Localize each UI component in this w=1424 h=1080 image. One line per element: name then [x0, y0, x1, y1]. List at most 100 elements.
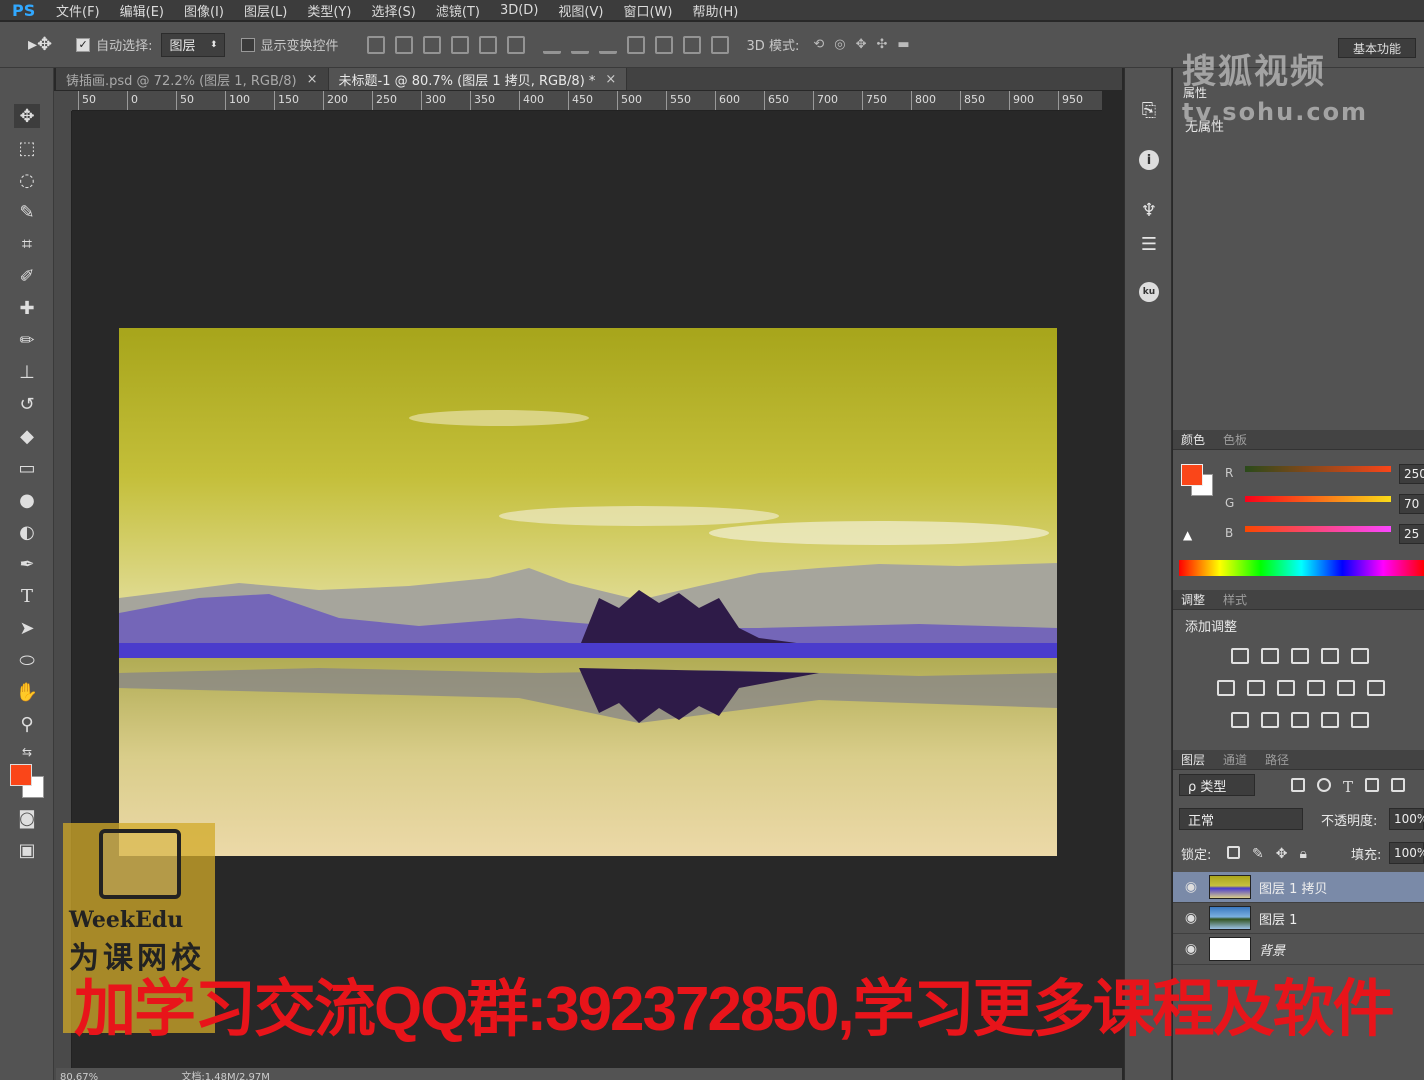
exposure-icon[interactable] — [1321, 648, 1339, 664]
hand-tool-icon[interactable]: ✋ — [14, 680, 40, 704]
close-icon[interactable]: × — [605, 72, 616, 87]
tab-paths[interactable]: 路径 — [1265, 751, 1289, 768]
menu-window[interactable]: 窗口(W) — [623, 1, 672, 20]
distribute-hcenter-icon[interactable] — [654, 35, 673, 54]
fill-input[interactable]: 100% — [1389, 842, 1424, 864]
move-tool-icon[interactable]: ✥ — [14, 104, 40, 128]
menu-view[interactable]: 视图(V) — [558, 1, 603, 20]
channel-mixer-icon[interactable] — [1337, 680, 1355, 696]
path-select-tool-icon[interactable]: ➤ — [14, 616, 40, 640]
menu-help[interactable]: 帮助(H) — [692, 1, 738, 20]
g-value[interactable]: 70 — [1399, 494, 1424, 514]
tool-presets-icon[interactable]: ☰ — [1137, 232, 1161, 256]
layer-name[interactable]: 图层 1 — [1259, 909, 1297, 928]
visibility-eye-icon[interactable]: ◉ — [1173, 879, 1209, 895]
gradient-tool-icon[interactable]: ▭ — [14, 456, 40, 480]
zoom-tool-icon[interactable]: ⚲ — [14, 712, 40, 736]
tab-channels[interactable]: 通道 — [1223, 751, 1247, 768]
tab-styles[interactable]: 样式 — [1223, 591, 1247, 608]
tab-color[interactable]: 颜色 — [1181, 431, 1205, 448]
menu-edit[interactable]: 编辑(E) — [120, 1, 164, 20]
filter-pixel-icon[interactable] — [1291, 778, 1305, 792]
close-icon[interactable]: × — [307, 72, 318, 87]
crop-tool-icon[interactable]: ⌗ — [14, 232, 40, 256]
dodge-tool-icon[interactable]: ◐ — [14, 520, 40, 544]
kuler-panel-icon[interactable]: ku — [1137, 280, 1161, 304]
posterize-icon[interactable] — [1261, 712, 1279, 728]
slide-3d-icon[interactable]: ✣ — [876, 37, 887, 52]
filter-type-icon[interactable]: T — [1343, 778, 1353, 796]
brush-presets-icon[interactable]: ♆ — [1137, 198, 1161, 222]
lock-pixels-icon[interactable]: ✎ — [1252, 846, 1264, 862]
color-fg-swatch[interactable] — [1181, 464, 1203, 486]
brightness-icon[interactable] — [1231, 648, 1249, 664]
filter-smart-icon[interactable] — [1391, 778, 1406, 792]
type-tool-icon[interactable]: T — [14, 584, 40, 608]
screen-mode-icon[interactable]: ▣ — [14, 838, 40, 862]
invert-icon[interactable] — [1231, 712, 1249, 728]
stamp-tool-icon[interactable]: ⊥ — [14, 360, 40, 384]
opacity-input[interactable]: 100% — [1389, 808, 1424, 830]
zoom-level[interactable]: 80.67% — [60, 1072, 98, 1080]
black-white-icon[interactable] — [1277, 680, 1295, 696]
pen-tool-icon[interactable]: ✒ — [14, 552, 40, 576]
ellipse-tool-icon[interactable]: ⬭ — [14, 648, 40, 672]
layer-row[interactable]: ◉ 图层 1 — [1173, 903, 1424, 934]
eraser-tool-icon[interactable]: ◆ — [14, 424, 40, 448]
r-slider[interactable] — [1245, 466, 1391, 472]
distribute-right-icon[interactable] — [682, 35, 701, 54]
layer-name[interactable]: 图层 1 拷贝 — [1259, 878, 1328, 897]
gradient-map-icon[interactable] — [1351, 712, 1369, 728]
hue-saturation-icon[interactable] — [1217, 680, 1235, 696]
auto-select-checkbox[interactable]: ✓ — [76, 37, 91, 52]
layer-filter-dropdown[interactable]: ρ 类型 — [1179, 774, 1255, 796]
align-left-icon[interactable] — [450, 35, 469, 54]
lock-position-icon[interactable]: ✥ — [1276, 846, 1288, 862]
workspace-switcher[interactable]: 基本功能 — [1338, 38, 1416, 58]
blur-tool-icon[interactable]: ● — [14, 488, 40, 512]
tab-layers[interactable]: 图层 — [1181, 751, 1205, 768]
scale-3d-icon[interactable]: ▬ — [897, 37, 909, 52]
g-slider[interactable] — [1245, 496, 1391, 502]
tab-document-1[interactable]: 铸插画.psd @ 72.2% (图层 1, RGB/8) × — [56, 68, 329, 90]
menu-type[interactable]: 类型(Y) — [307, 1, 351, 20]
align-top-icon[interactable] — [366, 35, 385, 54]
visibility-eye-icon[interactable]: ◉ — [1173, 910, 1209, 926]
distribute-bottom-icon[interactable] — [598, 36, 617, 54]
color-lookup-icon[interactable] — [1367, 680, 1385, 696]
info-panel-icon[interactable]: i — [1137, 148, 1161, 172]
filter-shape-icon[interactable] — [1365, 778, 1380, 792]
tab-adjustments[interactable]: 调整 — [1181, 591, 1205, 608]
drag-3d-icon[interactable]: ✥ — [856, 37, 867, 52]
color-balance-icon[interactable] — [1247, 680, 1265, 696]
gamut-warning-icon[interactable]: ▲ — [1183, 528, 1192, 542]
move-tool-preset-icon[interactable]: ▸✥ — [28, 34, 52, 55]
history-panel-icon[interactable]: ⎘ — [1137, 98, 1161, 122]
levels-icon[interactable] — [1261, 648, 1279, 664]
menu-3d[interactable]: 3D(D) — [500, 3, 538, 18]
rotate-3d-icon[interactable]: ⟲ — [813, 37, 824, 52]
distribute-top-icon[interactable] — [542, 36, 561, 54]
menu-image[interactable]: 图像(I) — [184, 1, 224, 20]
marquee-tool-icon[interactable]: ⬚ — [14, 136, 40, 160]
menu-select[interactable]: 选择(S) — [371, 1, 415, 20]
r-value[interactable]: 250 — [1399, 464, 1424, 484]
layer-name[interactable]: 背景 — [1259, 940, 1285, 959]
show-transform-checkbox[interactable] — [240, 37, 255, 52]
eyedropper-tool-icon[interactable]: ✐ — [14, 264, 40, 288]
filter-adjust-icon[interactable] — [1317, 778, 1331, 792]
align-right-icon[interactable] — [506, 35, 525, 54]
history-brush-tool-icon[interactable]: ↺ — [14, 392, 40, 416]
lock-all-icon[interactable]: 🔒︎ — [1299, 846, 1306, 862]
color-spectrum[interactable] — [1179, 560, 1424, 576]
menu-filter[interactable]: 滤镜(T) — [436, 1, 480, 20]
swap-colors-icon[interactable]: ⇆ — [14, 740, 40, 764]
auto-select-dropdown[interactable]: 图层 ⬍ — [160, 32, 225, 57]
selective-color-icon[interactable] — [1321, 712, 1339, 728]
horizontal-ruler[interactable]: 50 0 50 100 150 200 250 300 350 400 450 500 550 600 65… — [72, 91, 1102, 111]
document-image[interactable] — [119, 328, 1057, 856]
photo-filter-icon[interactable] — [1307, 680, 1325, 696]
healing-tool-icon[interactable]: ✚ — [14, 296, 40, 320]
align-vcenter-icon[interactable] — [394, 35, 413, 54]
roll-3d-icon[interactable]: ◎ — [834, 37, 845, 52]
